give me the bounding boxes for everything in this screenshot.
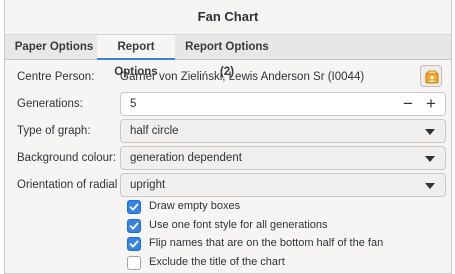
background-colour-combo[interactable]: generation dependent — [120, 146, 446, 170]
tab-paper-options[interactable]: Paper Options — [13, 35, 95, 60]
draw-empty-boxes-checkbox[interactable] — [127, 200, 141, 214]
one-font-style-label[interactable]: Use one font style for all generations — [149, 219, 328, 231]
flip-names-label[interactable]: Flip names that are on the bottom half o… — [149, 237, 383, 249]
checkmark-icon — [129, 222, 139, 230]
tab-report-options-2[interactable]: Report Options (2) — [177, 35, 277, 78]
tab-report-options[interactable]: Report Options — [97, 35, 175, 78]
chevron-down-icon — [425, 183, 435, 189]
increment-button[interactable]: + — [420, 94, 442, 114]
generations-value[interactable]: 5 — [130, 98, 136, 110]
exclude-title-checkbox[interactable] — [127, 256, 141, 270]
one-font-style-checkbox[interactable] — [127, 219, 141, 233]
fan-chart-dialog: Fan Chart Paper Options Report Options R… — [4, 0, 452, 274]
chevron-down-icon — [425, 129, 435, 135]
orientation-value: upright — [130, 179, 166, 191]
background-colour-label: Background colour: — [17, 152, 117, 164]
orientation-combo[interactable]: upright — [120, 173, 446, 197]
background-colour-value: generation dependent — [130, 152, 242, 164]
decrement-button[interactable]: − — [397, 94, 419, 114]
centre-person-value: Garner von Zieliński, Lewis Anderson Sr … — [120, 71, 365, 83]
select-person-button[interactable] — [420, 65, 442, 87]
graph-type-label: Type of graph: — [17, 125, 91, 137]
draw-empty-boxes-label[interactable]: Draw empty boxes — [149, 200, 240, 212]
flip-names-checkbox[interactable] — [127, 237, 141, 251]
checkmark-icon — [129, 203, 139, 211]
graph-type-combo[interactable]: half circle — [120, 119, 446, 143]
graph-type-value: half circle — [130, 125, 179, 137]
window-title: Fan Chart — [197, 9, 259, 24]
chevron-down-icon — [425, 156, 435, 162]
centre-person-label: Centre Person: — [17, 71, 95, 83]
generations-label: Generations: — [17, 98, 83, 110]
generations-spinbox[interactable]: 5 − + — [120, 92, 446, 116]
report-options-panel: Centre Person: Garner von Zieliński, Lew… — [5, 60, 451, 274]
tab-bar: Paper Options Report Options Report Opti… — [5, 34, 451, 78]
checkmark-icon — [129, 240, 139, 248]
select-person-icon — [425, 70, 439, 84]
exclude-title-label[interactable]: Exclude the title of the chart — [149, 256, 285, 268]
